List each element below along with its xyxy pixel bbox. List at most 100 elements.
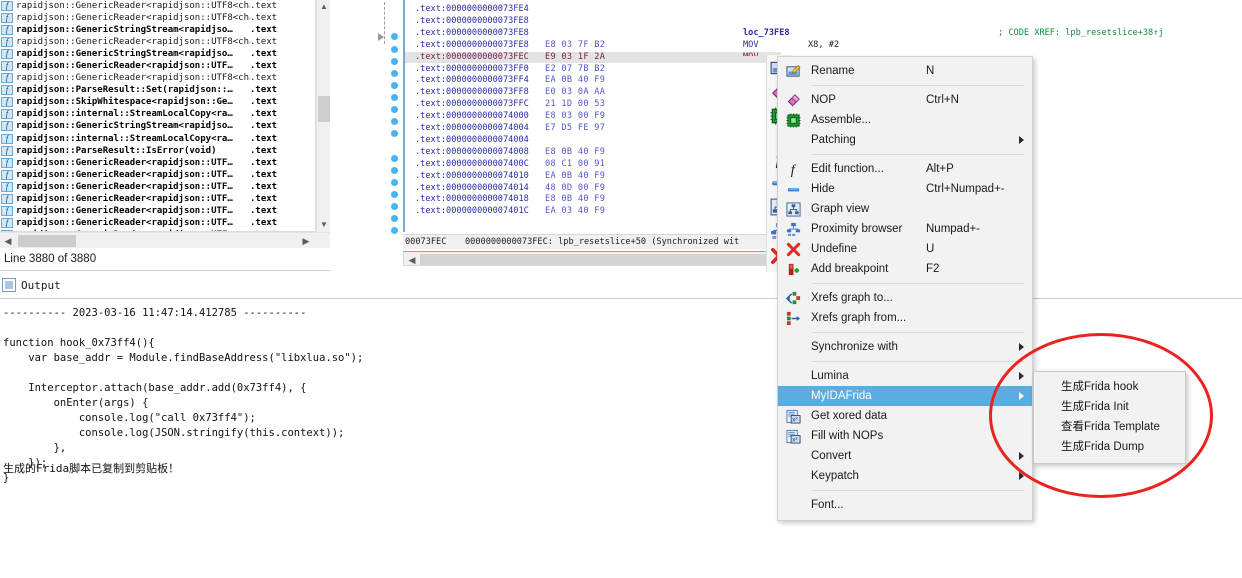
graph-view-icon: [786, 202, 803, 217]
menu-item-myidafrida[interactable]: MyIDAFrida: [778, 386, 1032, 406]
submenu-item[interactable]: 生成Frida Dump: [1034, 437, 1185, 457]
scroll-left-arrow-icon[interactable]: ◀: [0, 233, 16, 249]
menu-item-undefine[interactable]: UndefineU: [778, 239, 1032, 259]
disasm-scroll-left-arrow-icon[interactable]: ◀: [404, 252, 420, 268]
menu-separator: [812, 490, 1024, 491]
function-list-row[interactable]: frapidjson::GenericReader<rapidjson::UTF…: [0, 36, 315, 48]
menu-item-keypatch[interactable]: Keypatch: [778, 466, 1032, 486]
function-list-row[interactable]: frapidjson::GenericReader<rapidjson::UTF…: [0, 60, 315, 72]
instruction-marker-dot: [391, 106, 398, 113]
output-tab[interactable]: Output: [2, 276, 61, 294]
functions-vscroll-thumb[interactable]: [318, 96, 330, 122]
functions-hscroll-thumb[interactable]: [18, 235, 76, 247]
disassembly-row[interactable]: .text:000000000007401CEA 03 40 F9: [405, 206, 781, 218]
scroll-up-arrow-icon[interactable]: ▲: [317, 0, 331, 14]
instruction-address: .text:0000000000073FEC: [415, 52, 529, 64]
functions-horizontal-scrollbar[interactable]: ◀ ▶: [0, 232, 330, 248]
function-list-row[interactable]: frapidjson::SkipWhitespace<rapidjson::Ge…: [0, 96, 315, 108]
disassembly-horizontal-scrollbar[interactable]: ◀: [403, 251, 781, 266]
disassembly-row[interactable]: .text:0000000000073FF4EA 0B 40 F9: [405, 75, 781, 87]
disassembly-row[interactable]: .text:0000000000074010EA 0B 40 F9: [405, 171, 781, 183]
menu-item-graph-view[interactable]: Graph view: [778, 199, 1032, 219]
menu-item-nop[interactable]: NOPCtrl+N: [778, 90, 1032, 110]
function-list-row[interactable]: frapidjson::GenericStringStream<rapidjso…: [0, 48, 315, 60]
disassembly-row[interactable]: .text:0000000000074008E8 0B 40 F9: [405, 147, 781, 159]
function-list-row[interactable]: frapidjson::internal::StreamLocalCopy<ra…: [0, 133, 315, 145]
menu-item-fill-with-nops[interactable]: x²Fill with NOPs: [778, 426, 1032, 446]
submenu-item[interactable]: 生成Frida hook: [1034, 377, 1185, 397]
disassembly-row[interactable]: .text:0000000000073FF8E0 03 0A AA: [405, 87, 781, 99]
menu-item-shortcut: F2: [926, 263, 1032, 275]
menu-item-convert[interactable]: Convert: [778, 446, 1032, 466]
menu-item-font[interactable]: Font...: [778, 495, 1032, 515]
functions-status-line: Line 3880 of 3880: [0, 250, 330, 268]
submenu-item[interactable]: 查看Frida Template: [1034, 417, 1185, 437]
function-list-row[interactable]: frapidjson::GenericStringStream<rapidjso…: [0, 120, 315, 132]
disassembly-row[interactable]: .text:0000000000073FE8: [405, 28, 781, 40]
disassembly-row[interactable]: .text:0000000000073FFC21 1D 00 53: [405, 99, 781, 111]
menu-item-hide[interactable]: HideCtrl+Numpad+-: [778, 179, 1032, 199]
menu-item-rename[interactable]: RenameN: [778, 61, 1032, 81]
scroll-right-arrow-icon[interactable]: ▶: [298, 233, 314, 249]
disassembly-row[interactable]: .text:000000000007400C08 C1 00 91: [405, 159, 781, 171]
menu-item-assemble[interactable]: Assemble...: [778, 110, 1032, 130]
function-list-row[interactable]: frapidjson::GenericReader<rapidjson::UTF…: [0, 193, 315, 205]
disassembly-row[interactable]: .text:0000000000074004E7 D5 FE 97: [405, 123, 781, 135]
disasm-hscroll-thumb[interactable]: [420, 254, 776, 265]
function-list-row[interactable]: frapidjson::GenericStringStream<rapidjso…: [0, 24, 315, 36]
menu-item-patching[interactable]: Patching: [778, 130, 1032, 150]
function-list-row[interactable]: frapidjson::GenericReader<rapidjson::UTF…: [0, 217, 315, 229]
menu-item-label: Xrefs graph from...: [811, 312, 926, 324]
function-list-row[interactable]: frapidjson::GenericReader<rapidjson::UTF…: [0, 169, 315, 181]
myidafrida-submenu[interactable]: 生成Frida hook生成Frida Init查看Frida Template…: [1033, 371, 1186, 464]
function-list-row[interactable]: frapidjson::internal::StreamLocalCopy<ra…: [0, 108, 315, 120]
menu-item-label: Assemble...: [811, 114, 926, 126]
function-name: rapidjson::GenericReader<rapidjson::UTF…: [16, 181, 250, 193]
function-list-row[interactable]: frapidjson::GenericReader<rapidjson::UTF…: [0, 0, 315, 12]
disassembly-row[interactable]: .text:000000000007401448 0D 00 F9: [405, 183, 781, 195]
rename-icon: [786, 64, 801, 79]
menu-item-lumina[interactable]: Lumina: [778, 366, 1032, 386]
instruction-address: .text:0000000000074004: [415, 135, 529, 147]
instruction-address: .text:0000000000073FE4: [415, 4, 529, 16]
menu-item-xrefs-graph-from[interactable]: Xrefs graph from...: [778, 308, 1032, 328]
disassembly-row[interactable]: .text:0000000000074000E8 03 00 F9: [405, 111, 781, 123]
disassembly-view[interactable]: .text:0000000000073FE4.text:000000000007…: [403, 0, 781, 232]
functions-list[interactable]: frapidjson::GenericReader<rapidjson::UTF…: [0, 0, 316, 232]
ida-pro-window: frapidjson::GenericReader<rapidjson::UTF…: [0, 0, 1242, 578]
disassembly-row[interactable]: .text:0000000000074018E8 0B 40 F9: [405, 194, 781, 206]
function-name: rapidjson::ParseResult::IsError(void): [16, 145, 250, 157]
menu-item-synchronize-with[interactable]: Synchronize with: [778, 337, 1032, 357]
disassembly-row[interactable]: .text:0000000000073FE4: [405, 4, 781, 16]
function-list-row[interactable]: frapidjson::GenericReader<rapidjson::UTF…: [0, 157, 315, 169]
function-list-row[interactable]: frapidjson::GenericReader<rapidjson::UTF…: [0, 181, 315, 193]
function-list-row[interactable]: frapidjson::GenericReader<rapidjson::UTF…: [0, 205, 315, 217]
submenu-item[interactable]: 生成Frida Init: [1034, 397, 1185, 417]
menu-item-proximity-browser[interactable]: Proximity browserNumpad+-: [778, 219, 1032, 239]
xrefs-from-icon: [786, 311, 803, 326]
function-list-row[interactable]: frapidjson::GenericReader<rapidjson::UTF…: [0, 12, 315, 24]
menu-item-get-xored-data[interactable]: x²Get xored data: [778, 406, 1032, 426]
context-menu[interactable]: RenameN NOPCtrl+N Assemble... Patching fEdit…: [777, 56, 1033, 521]
disassembly-row[interactable]: .text:0000000000074004: [405, 135, 781, 147]
instruction-marker-dot: [391, 94, 398, 101]
instruction-address: .text:0000000000074018: [415, 194, 529, 206]
disassembly-row[interactable]: .text:0000000000073FE8: [405, 16, 781, 28]
disassembly-row[interactable]: .text:0000000000073FECE9 03 1F 2A: [405, 52, 781, 64]
function-list-row[interactable]: frapidjson::GenericReader<rapidjson::UTF…: [0, 72, 315, 84]
function-entry-icon: f: [1, 37, 13, 47]
instruction-address: .text:0000000000073FF8: [415, 87, 529, 99]
disassembly-row[interactable]: .text:0000000000073FE8E8 03 7F B2: [405, 40, 781, 52]
menu-item-no-icon: [786, 133, 803, 148]
svg-text:x²: x²: [792, 416, 798, 423]
menu-item-edit-function[interactable]: fEdit function...Alt+P: [778, 159, 1032, 179]
function-segment: .text: [250, 217, 290, 229]
functions-vertical-scrollbar[interactable]: ▲ ▼: [316, 0, 330, 232]
disassembly-row[interactable]: .text:0000000000073FF0E2 07 7B B2: [405, 64, 781, 76]
menu-item-xrefs-graph-to[interactable]: Xrefs graph to...: [778, 288, 1032, 308]
function-list-row[interactable]: frapidjson::ParseResult::IsError(void).t…: [0, 145, 315, 157]
svg-text:f: f: [791, 162, 797, 177]
menu-item-add-breakpoint[interactable]: Add breakpointF2: [778, 259, 1032, 279]
scroll-down-arrow-icon[interactable]: ▼: [317, 218, 331, 232]
function-list-row[interactable]: frapidjson::ParseResult::Set(rapidjson::…: [0, 84, 315, 96]
